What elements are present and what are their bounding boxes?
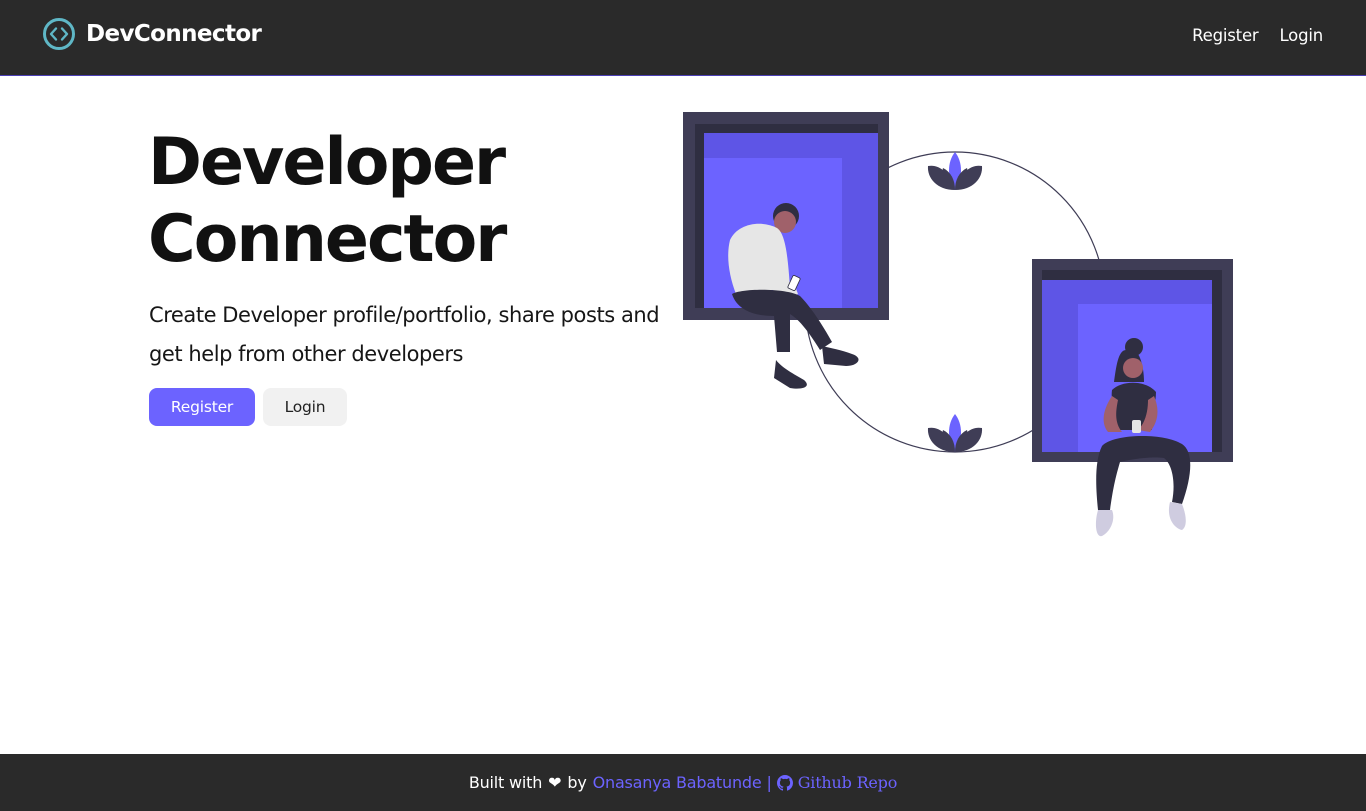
hero-title-line-1: Developer <box>148 125 506 200</box>
github-repo-label: Github Repo <box>797 773 898 792</box>
heart-icon: ❤ <box>548 773 562 792</box>
github-icon <box>776 774 793 791</box>
brand-link[interactable]: DevConnector <box>42 17 262 51</box>
login-button[interactable]: Login <box>263 388 347 426</box>
hero-subtitle: Create Developer profile/portfolio, shar… <box>149 303 660 366</box>
footer-built-with: Built with <box>468 773 543 792</box>
register-button[interactable]: Register <box>149 388 255 426</box>
author-link[interactable]: Onasanya Babatunde <box>593 773 762 792</box>
hero-illustration <box>683 112 1233 537</box>
footer-separator: | <box>766 773 772 792</box>
nav-links: Register Login <box>1192 26 1323 45</box>
brand-name: DevConnector <box>86 21 262 47</box>
hero-title: Developer Connector <box>148 124 668 278</box>
footer: Built with ❤ by Onasanya Babatunde | Git… <box>0 754 1366 811</box>
hero-buttons: Register Login <box>149 388 347 426</box>
github-repo-link[interactable]: Github Repo <box>776 773 898 792</box>
nav-login-link[interactable]: Login <box>1279 26 1323 45</box>
footer-by: by <box>567 773 587 792</box>
navbar: DevConnector Register Login <box>0 0 1366 76</box>
nav-register-link[interactable]: Register <box>1192 26 1259 45</box>
code-circle-icon <box>43 18 75 50</box>
hero-title-line-2: Connector <box>148 202 507 277</box>
